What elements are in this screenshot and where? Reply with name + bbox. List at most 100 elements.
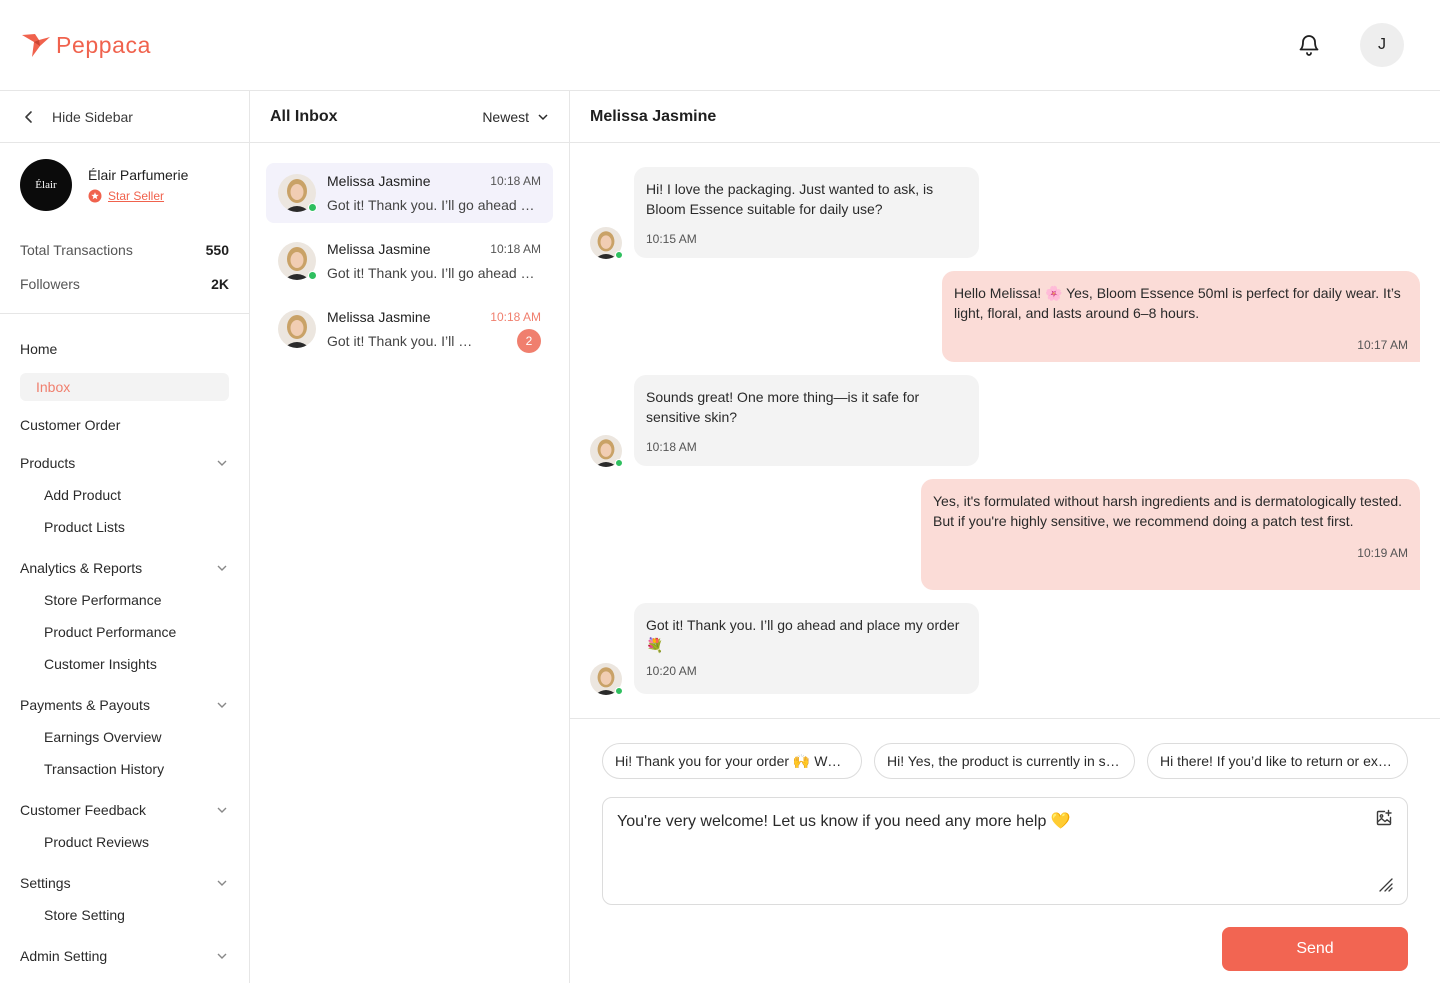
store-profile: Élair Élair Parfumerie Star Seller Total… bbox=[0, 143, 249, 314]
sidebar-item-product-reviews[interactable]: Product Reviews bbox=[20, 826, 229, 858]
sidebar-item-admin-lists[interactable]: Admin Lists bbox=[20, 972, 229, 983]
quick-reply-chip[interactable]: Hi there! If you’d like to return or exc… bbox=[1147, 743, 1408, 779]
sidebar-item-home[interactable]: Home bbox=[20, 330, 229, 368]
message-input[interactable]: You're very welcome! Let us know if you … bbox=[602, 797, 1408, 905]
group-label: Customer Feedback bbox=[20, 802, 147, 818]
sidebar: Hide Sidebar Élair Élair Parfumerie Star… bbox=[0, 91, 250, 983]
message-time: 10:18 AM bbox=[646, 440, 697, 454]
stat-value: 2K bbox=[211, 276, 229, 292]
message-input-value[interactable]: You're very welcome! Let us know if you … bbox=[617, 811, 1393, 831]
quick-reply-text: Hi! Yes, the product is currently in sto… bbox=[887, 753, 1122, 769]
stat-total-transactions: Total Transactions 550 bbox=[20, 233, 229, 267]
sidebar-item-transaction-history[interactable]: Transaction History bbox=[20, 753, 229, 785]
stat-label: Followers bbox=[20, 276, 80, 292]
message-bubble-outgoing: Yes, it's formulated without harsh ingre… bbox=[921, 479, 1420, 590]
contact-avatar bbox=[278, 242, 317, 280]
stat-label: Total Transactions bbox=[20, 242, 133, 258]
chevron-down-icon bbox=[217, 807, 227, 813]
chat-contact-name: Melissa Jasmine bbox=[570, 91, 1440, 143]
sidebar-item-earnings-overview[interactable]: Earnings Overview bbox=[20, 721, 229, 753]
sidebar-item-add-product[interactable]: Add Product bbox=[20, 479, 229, 511]
conversation-snippet: Got it! Thank you. I’ll go ahead and pla… bbox=[327, 333, 477, 349]
top-header: Peppaca J bbox=[0, 0, 1440, 547]
conversation-list: Melissa Jasmine 10:18 AM Got it! Thank y… bbox=[250, 143, 569, 387]
chevron-down-icon bbox=[217, 702, 227, 708]
quick-reply-text: Hi there! If you’d like to return or exc… bbox=[1160, 753, 1395, 769]
inbox-header: All Inbox Newest bbox=[250, 91, 569, 143]
group-label: Products bbox=[20, 455, 76, 471]
store-name: Élair Parfumerie bbox=[88, 167, 189, 183]
chevron-down-icon bbox=[217, 460, 227, 466]
add-image-icon[interactable] bbox=[1375, 809, 1393, 827]
conversation-item[interactable]: Melissa Jasmine 10:18 AM Got it! Thank y… bbox=[266, 299, 553, 359]
star-badge-icon bbox=[88, 189, 102, 203]
sidebar-item-store-performance[interactable]: Store Performance bbox=[20, 584, 229, 616]
conversation-time: 10:18 AM bbox=[490, 174, 541, 188]
chevron-down-icon bbox=[217, 565, 227, 571]
store-stats: Total Transactions 550 Followers 2K bbox=[0, 233, 249, 314]
sidebar-group-admin-setting[interactable]: Admin Setting bbox=[20, 940, 229, 972]
online-status-dot bbox=[308, 271, 317, 280]
online-status-dot bbox=[615, 459, 623, 467]
message-time: 10:20 AM bbox=[646, 664, 697, 678]
message-text: Got it! Thank you. I’ll go ahead and pla… bbox=[646, 617, 960, 653]
conversation-name: Melissa Jasmine bbox=[327, 173, 431, 189]
quick-replies: Hi! Thank you for your order 🙌 We'll pro… bbox=[602, 743, 1408, 779]
bird-logo-icon bbox=[22, 34, 50, 57]
resize-handle-icon[interactable] bbox=[1379, 878, 1393, 892]
message-text: Sounds great! One more thing—is it safe … bbox=[646, 389, 920, 425]
conversation-item[interactable]: Melissa Jasmine 10:18 AM Got it! Thank y… bbox=[266, 163, 553, 223]
sidebar-item-store-setting[interactable]: Store Setting bbox=[20, 899, 229, 931]
quick-reply-text: Hi! Thank you for your order 🙌 We'll pro… bbox=[615, 752, 849, 769]
message-thread: Hi! I love the packaging. Just wanted to… bbox=[570, 143, 1440, 719]
hide-sidebar-button[interactable]: Hide Sidebar bbox=[0, 91, 249, 143]
contact-avatar bbox=[590, 663, 623, 695]
sidebar-group-settings[interactable]: Settings bbox=[20, 867, 229, 899]
sidebar-item-product-performance[interactable]: Product Performance bbox=[20, 616, 229, 648]
online-status-dot bbox=[308, 203, 317, 212]
sidebar-group-customer-feedback[interactable]: Customer Feedback bbox=[20, 794, 229, 826]
quick-reply-chip[interactable]: Hi! Yes, the product is currently in sto… bbox=[874, 743, 1135, 779]
chat-panel: Melissa Jasmine Hi! I love the packaging… bbox=[570, 91, 1440, 983]
sidebar-item-inbox[interactable]: Inbox bbox=[20, 373, 229, 401]
message-composer: Hi! Thank you for your order 🙌 We'll pro… bbox=[570, 743, 1440, 905]
conversation-time: 10:18 AM bbox=[490, 242, 541, 256]
sidebar-nav: Home Inbox Customer Order Products Add P… bbox=[0, 314, 249, 983]
brand-logo[interactable]: Peppaca bbox=[20, 29, 151, 61]
message-time: 10:19 AM bbox=[1357, 546, 1408, 560]
online-status-dot bbox=[615, 687, 623, 695]
sidebar-group-products[interactable]: Products bbox=[20, 447, 229, 479]
bell-icon[interactable] bbox=[1296, 32, 1322, 58]
inbox-title: All Inbox bbox=[270, 107, 338, 125]
contact-avatar bbox=[278, 174, 317, 212]
chevron-down-icon bbox=[217, 953, 227, 959]
sort-label: Newest bbox=[482, 108, 529, 125]
hide-sidebar-label: Hide Sidebar bbox=[52, 108, 133, 125]
message-text: Hi! I love the packaging. Just wanted to… bbox=[646, 181, 934, 217]
chevron-down-icon bbox=[538, 113, 548, 120]
header-actions: J bbox=[995, 23, 1404, 547]
stat-followers: Followers 2K bbox=[20, 267, 229, 301]
quick-reply-chip[interactable]: Hi! Thank you for your order 🙌 We'll pro… bbox=[602, 743, 862, 779]
sidebar-item-customer-insights[interactable]: Customer Insights bbox=[20, 648, 229, 680]
group-label: Payments & Payouts bbox=[20, 697, 150, 713]
inbox-panel: All Inbox Newest Melissa Jasmine 10:18 A… bbox=[250, 91, 570, 983]
message-time: 10:17 AM bbox=[1357, 338, 1408, 352]
sidebar-group-payments[interactable]: Payments & Payouts bbox=[20, 689, 229, 721]
message-bubble-outgoing: Hello Melissa! 🌸 Yes, Bloom Essence 50ml… bbox=[942, 271, 1420, 362]
sort-dropdown[interactable]: Newest bbox=[482, 109, 549, 125]
star-seller-badge[interactable]: Star Seller bbox=[88, 189, 188, 203]
message-bubble-incoming: Got it! Thank you. I’ll go ahead and pla… bbox=[634, 603, 979, 694]
conversation-time: 10:18 AM bbox=[490, 310, 541, 324]
sidebar-item-product-lists[interactable]: Product Lists bbox=[20, 511, 229, 543]
message-time: 10:15 AM bbox=[646, 232, 697, 246]
conversation-snippet: Got it! Thank you. I’ll go ahead and pla… bbox=[327, 265, 541, 281]
conversation-item[interactable]: Melissa Jasmine 10:18 AM Got it! Thank y… bbox=[266, 231, 553, 291]
sidebar-item-customer-order[interactable]: Customer Order bbox=[20, 406, 229, 444]
send-button[interactable]: Send bbox=[1222, 927, 1408, 971]
stat-value: 550 bbox=[205, 242, 229, 258]
message-bubble-incoming: Hi! I love the packaging. Just wanted to… bbox=[634, 167, 979, 258]
sidebar-group-analytics[interactable]: Analytics & Reports bbox=[20, 552, 229, 584]
conversation-snippet: Got it! Thank you. I’ll go ahead and pla… bbox=[327, 197, 541, 213]
user-avatar[interactable]: J bbox=[1360, 23, 1404, 67]
